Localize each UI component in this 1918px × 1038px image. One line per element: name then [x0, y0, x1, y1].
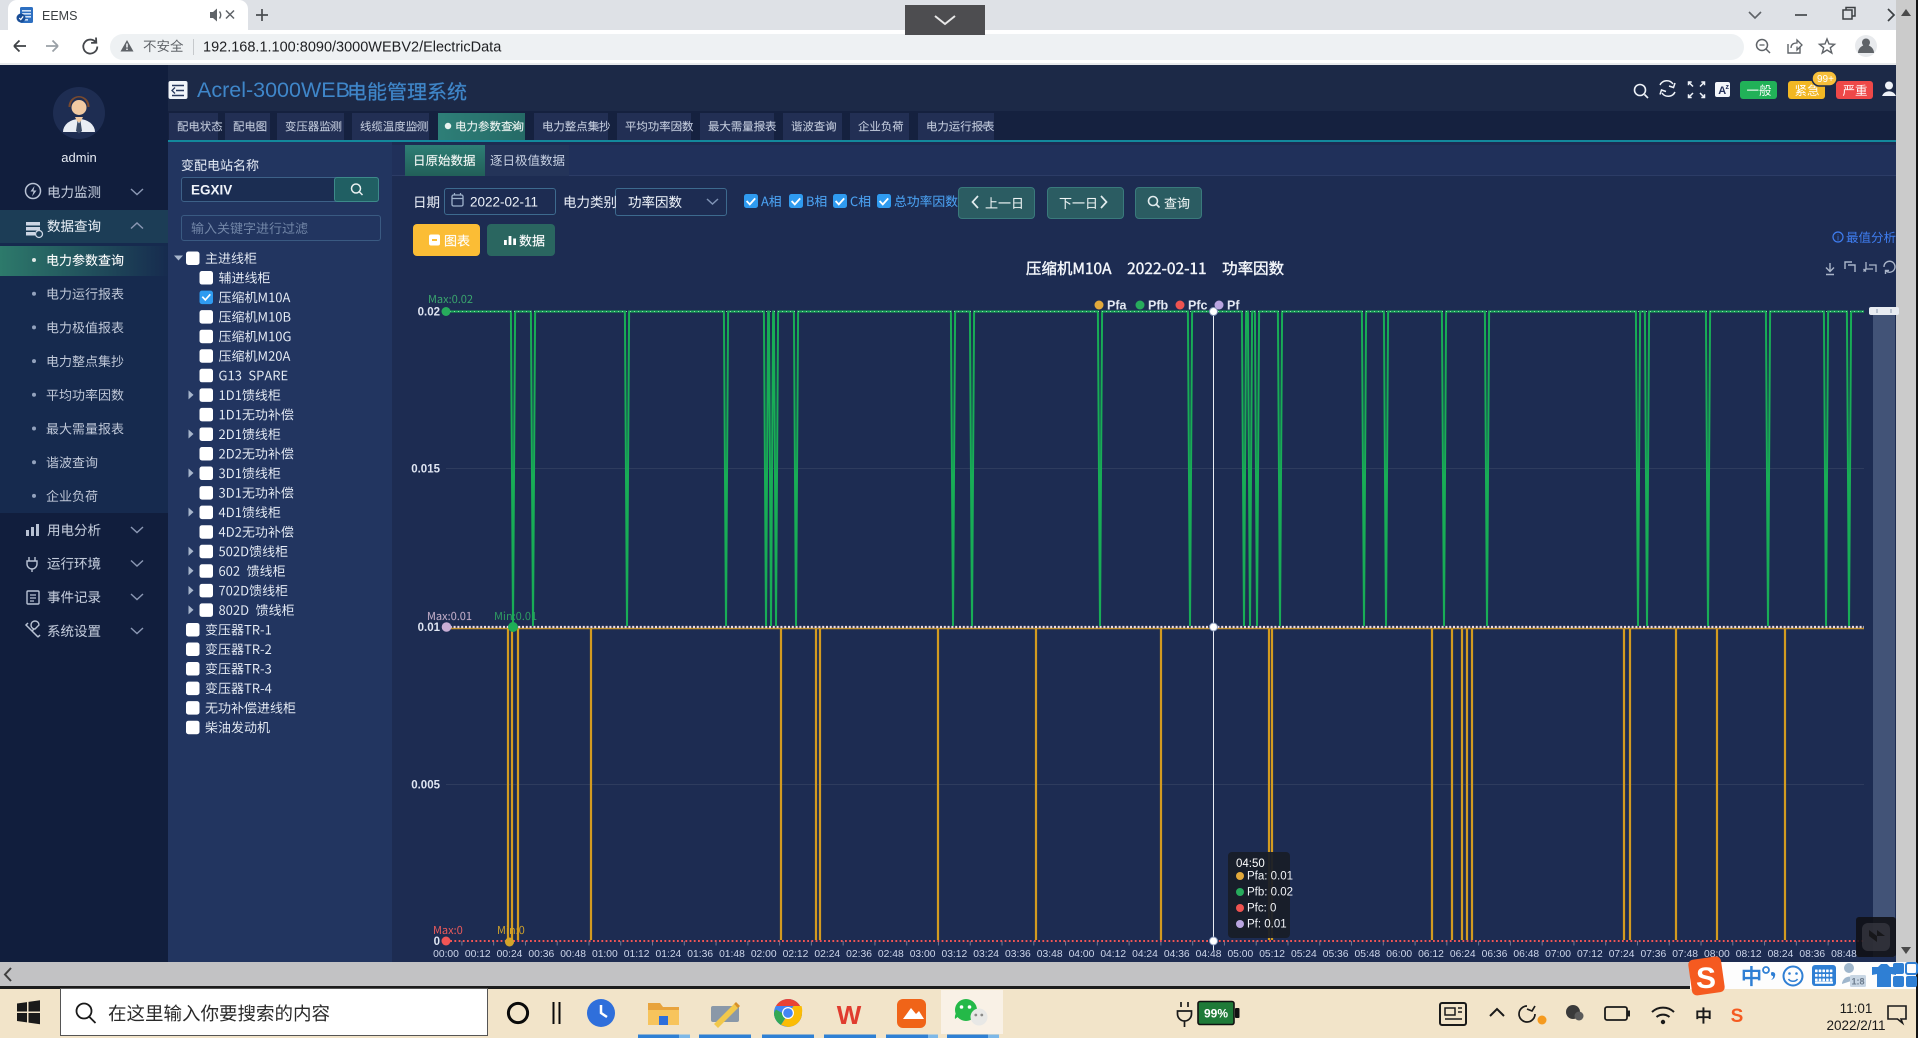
svg-text:05:48: 05:48	[1355, 949, 1381, 960]
svg-text:07:48: 07:48	[1672, 949, 1698, 960]
svg-text:01:12: 01:12	[624, 949, 650, 960]
svg-text:Pfb: 0.02: Pfb: 0.02	[1247, 887, 1293, 899]
svg-text:02:48: 02:48	[878, 949, 904, 960]
svg-text:04:00: 04:00	[1069, 949, 1095, 960]
svg-text:02:12: 02:12	[783, 949, 809, 960]
svg-text:02:24: 02:24	[814, 949, 840, 960]
svg-text:05:24: 05:24	[1291, 949, 1317, 960]
svg-text:EEMS: EEMS	[42, 9, 77, 23]
svg-text:06:00: 06:00	[1386, 949, 1412, 960]
svg-text:0.015: 0.015	[411, 464, 440, 476]
svg-text:05:00: 05:00	[1227, 949, 1253, 960]
svg-text:00:36: 00:36	[528, 949, 554, 960]
svg-text:S: S	[1731, 1006, 1744, 1027]
svg-text:07:12: 07:12	[1577, 949, 1603, 960]
svg-text:99%: 99%	[1204, 1007, 1228, 1021]
svg-text:01:48: 01:48	[719, 949, 745, 960]
svg-text:03:24: 03:24	[973, 949, 999, 960]
svg-text:1:8: 1:8	[1851, 977, 1864, 987]
svg-text:0.01: 0.01	[418, 622, 441, 634]
svg-text:06:24: 06:24	[1450, 949, 1476, 960]
svg-text:99+: 99+	[1817, 74, 1834, 85]
svg-text:0.005: 0.005	[411, 780, 440, 792]
svg-text:0.02: 0.02	[418, 307, 440, 319]
svg-text:00:24: 00:24	[497, 949, 523, 960]
svg-text:06:36: 06:36	[1482, 949, 1508, 960]
svg-text:01:24: 01:24	[656, 949, 682, 960]
svg-text:07:36: 07:36	[1640, 949, 1666, 960]
svg-text:04:48: 04:48	[1196, 949, 1222, 960]
svg-text:05:36: 05:36	[1323, 949, 1349, 960]
svg-text:2022-02-11: 2022-02-11	[470, 195, 538, 210]
svg-text:08:36: 08:36	[1799, 949, 1825, 960]
svg-text:Pfa: 0.01: Pfa: 0.01	[1247, 871, 1293, 883]
svg-text:0: 0	[434, 936, 440, 948]
svg-text:00:12: 00:12	[465, 949, 491, 960]
svg-text:03:36: 03:36	[1005, 949, 1031, 960]
svg-text:Pfa: Pfa	[1107, 299, 1128, 313]
svg-text:Pfb: Pfb	[1148, 299, 1169, 313]
svg-text:07:00: 07:00	[1545, 949, 1571, 960]
svg-text:03:48: 03:48	[1037, 949, 1063, 960]
svg-text:04:24: 04:24	[1132, 949, 1158, 960]
svg-text:2022/2/11: 2022/2/11	[1826, 1018, 1885, 1033]
svg-text:08:12: 08:12	[1736, 949, 1762, 960]
svg-text:03:00: 03:00	[910, 949, 936, 960]
svg-text:Acrel-3000WEB: Acrel-3000WEB	[197, 78, 350, 102]
svg-text:07:24: 07:24	[1609, 949, 1635, 960]
svg-text:z: z	[1726, 84, 1730, 91]
svg-text:Pfc: Pfc	[1188, 299, 1208, 313]
svg-text:admin: admin	[61, 150, 96, 165]
svg-text:EGXIV: EGXIV	[191, 183, 232, 198]
svg-text:Pf: 0.01: Pf: 0.01	[1247, 919, 1287, 931]
svg-text:S: S	[1696, 962, 1716, 995]
svg-text:06:12: 06:12	[1418, 949, 1444, 960]
svg-text:i: i	[1837, 234, 1839, 243]
svg-text:05:12: 05:12	[1259, 949, 1285, 960]
svg-text:08:24: 08:24	[1768, 949, 1794, 960]
svg-text:Pf: Pf	[1227, 299, 1240, 313]
svg-text:06:48: 06:48	[1513, 949, 1539, 960]
svg-text:03:12: 03:12	[941, 949, 967, 960]
svg-text:00:48: 00:48	[560, 949, 586, 960]
svg-text:04:36: 04:36	[1164, 949, 1190, 960]
svg-text:Pfc: 0: Pfc: 0	[1247, 903, 1276, 915]
svg-text:04:12: 04:12	[1100, 949, 1126, 960]
svg-text:01:36: 01:36	[687, 949, 713, 960]
svg-text:08:48: 08:48	[1831, 949, 1857, 960]
svg-text:04:50: 04:50	[1236, 858, 1265, 870]
svg-text:02:36: 02:36	[846, 949, 872, 960]
svg-text:02:00: 02:00	[751, 949, 777, 960]
svg-text:W: W	[837, 1000, 862, 1030]
svg-text:00:00: 00:00	[433, 949, 459, 960]
svg-text:192.168.1.100:8090/3000WEBV2/E: 192.168.1.100:8090/3000WEBV2/ElectricDat…	[203, 40, 502, 56]
svg-text:01:00: 01:00	[592, 949, 618, 960]
svg-text:11:01: 11:01	[1840, 1001, 1873, 1016]
